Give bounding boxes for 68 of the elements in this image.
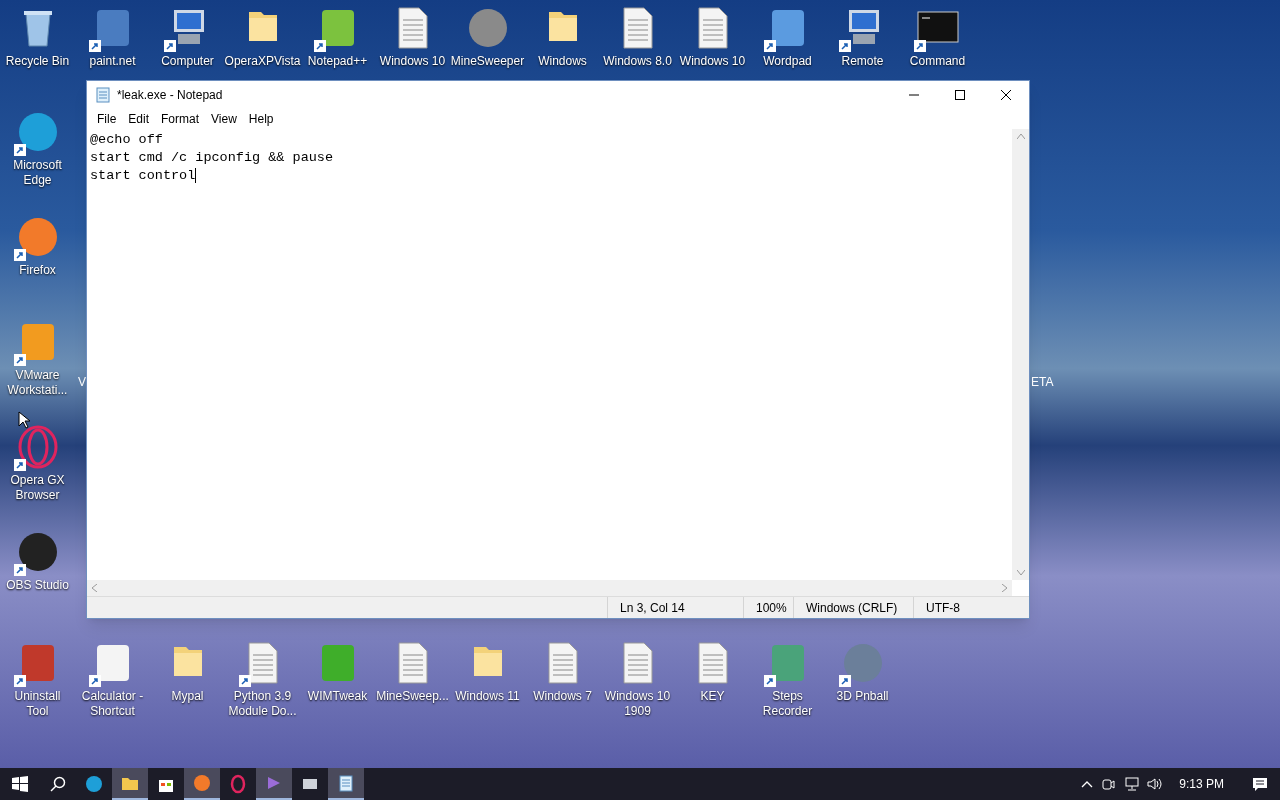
edge-icon <box>84 774 104 794</box>
icon-label[interactable]: paint.net <box>87 54 138 69</box>
network-icon[interactable] <box>1123 777 1140 791</box>
status-field: UTF-8 <box>913 597 1029 618</box>
code-line: start control <box>90 167 197 185</box>
window-title: *leak.exe - Notepad <box>117 86 223 104</box>
icon-label[interactable]: Uninstall Tool <box>0 689 75 719</box>
windows-logo-icon <box>12 776 28 792</box>
icon-label[interactable]: Windows 8.0 <box>601 54 674 69</box>
mouse-pointer-icon <box>18 411 30 429</box>
meet-icon[interactable] <box>1101 777 1116 791</box>
icon-label[interactable]: Windows 11 <box>453 689 522 704</box>
firefox-icon <box>192 773 212 793</box>
icon-label: ETA <box>1031 374 1054 391</box>
menu-item[interactable]: Format <box>155 109 206 128</box>
notepad-icon <box>95 86 111 103</box>
icon-label[interactable]: Command <box>907 54 968 69</box>
icon-label[interactable]: Wordpad <box>761 54 814 69</box>
status-field: Ln 3, Col 14 <box>607 597 743 618</box>
icon-label[interactable]: Remote <box>839 54 886 69</box>
status-field: Windows (CRLF) <box>793 597 913 618</box>
scroll-up-icon <box>1016 133 1025 139</box>
scroll-down-icon <box>1016 570 1025 576</box>
scroll-right-icon <box>1002 584 1008 592</box>
volume-icon[interactable] <box>1147 777 1164 791</box>
code-line: start cmd /c ipconfig && pause <box>90 149 334 167</box>
status-field: 100% <box>743 597 793 618</box>
clock[interactable]: 9:13 PM <box>1171 775 1232 793</box>
code-line: @echo off <box>90 131 163 149</box>
search-icon <box>50 776 66 792</box>
icon-label[interactable]: WIMTweak <box>305 689 370 704</box>
icon-label: V <box>78 374 86 391</box>
icon-label[interactable]: Firefox <box>17 263 58 278</box>
chevron-up-icon[interactable] <box>1081 780 1094 788</box>
icon-label[interactable]: MineSweep... <box>374 689 451 704</box>
icon-label[interactable]: Notepad++ <box>305 54 370 69</box>
icon-label[interactable]: Microsoft Edge <box>0 158 75 188</box>
icon-label[interactable]: Windows <box>536 54 589 69</box>
icon-label[interactable]: Calculator - Shortcut <box>75 689 150 719</box>
icon-label[interactable]: Recycle Bin <box>3 54 72 69</box>
horizontal-scrollbar[interactable] <box>87 580 1012 596</box>
icon-label[interactable]: Windows 10 <box>377 54 448 69</box>
menu-item[interactable]: View <box>205 109 243 128</box>
text-editor[interactable]: @echo off start cmd /c ipconfig && pause start control <box>87 129 1012 580</box>
menu-item[interactable]: Edit <box>122 109 156 128</box>
maximize-icon <box>955 89 965 100</box>
icon-label[interactable]: 3D Pnball <box>834 689 891 704</box>
vertical-scrollbar[interactable] <box>1012 129 1029 580</box>
icon-label[interactable]: OperaXPVista <box>222 54 303 69</box>
close-icon <box>1001 89 1011 100</box>
icon-label[interactable]: Steps Recorder <box>750 689 825 719</box>
icon-label[interactable]: Windows 10 1909 <box>600 689 675 719</box>
icon-label[interactable]: KEY <box>698 689 727 704</box>
menu-item[interactable]: File <box>91 109 123 128</box>
notification-icon[interactable] <box>1252 776 1268 792</box>
icon-label[interactable]: Windows 7 <box>531 689 594 704</box>
notepad-icon <box>336 773 356 793</box>
icon-label[interactable]: VMware Workstati... <box>0 368 75 398</box>
icon-label[interactable]: Python 3.9 Module Do... <box>225 689 300 719</box>
icon-label[interactable]: Windows 10 <box>677 54 748 69</box>
scroll-left-icon <box>91 584 97 592</box>
icon-label[interactable]: Opera GX Browser <box>0 473 75 503</box>
icon-label[interactable]: Mypal <box>169 689 206 704</box>
icon-label[interactable]: MineSweeper <box>448 54 527 69</box>
ring-icon <box>228 774 248 794</box>
icon-label[interactable]: Computer <box>159 54 216 69</box>
taskbar-app-button[interactable] <box>328 768 364 800</box>
menu-item[interactable]: Help <box>242 109 280 128</box>
